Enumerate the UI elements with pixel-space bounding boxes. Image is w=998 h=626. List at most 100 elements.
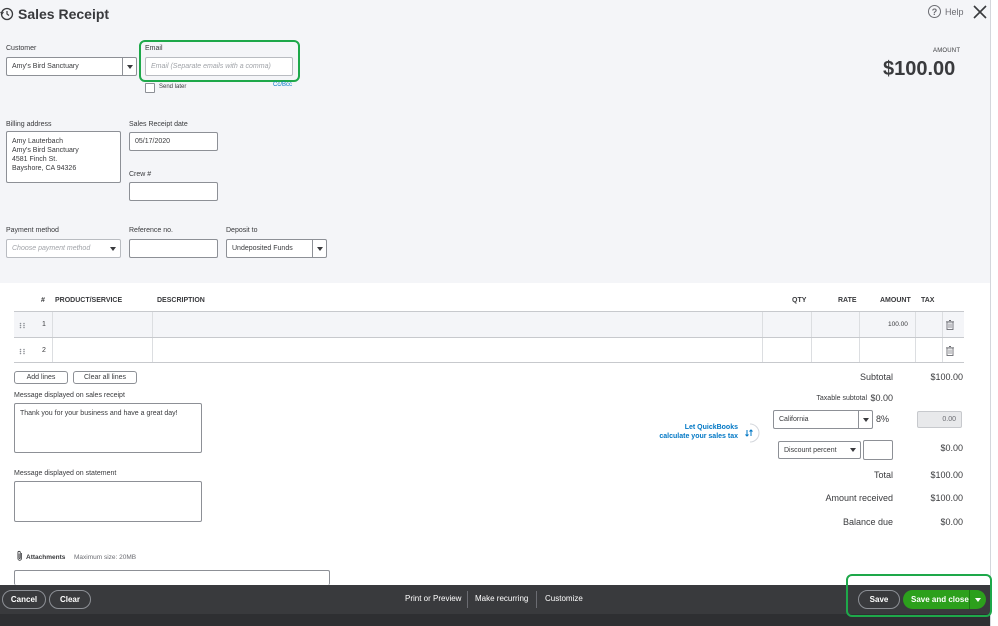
receipt-date-value: 05/17/2020 <box>135 138 171 145</box>
trash-icon[interactable] <box>946 346 954 356</box>
total-value: $100.00 <box>930 470 963 480</box>
print-preview-link[interactable]: Print or Preview <box>405 594 461 603</box>
cell-divider <box>859 312 860 337</box>
drag-handle-icon[interactable] <box>19 322 26 329</box>
email-label: Email <box>145 45 163 52</box>
cell-divider <box>915 338 916 362</box>
add-lines-button[interactable]: Add lines <box>14 371 68 384</box>
statement-message-field[interactable] <box>14 481 202 522</box>
chevron-down-icon[interactable] <box>106 240 120 257</box>
chevron-down-icon[interactable] <box>122 58 136 75</box>
save-buttons-highlight <box>846 574 992 617</box>
attachments-label: Attachments <box>26 554 66 561</box>
taxable-subtotal-label: Taxable subtotal <box>816 395 867 402</box>
email-placeholder: Email (Separate emails with a comma) <box>151 63 271 70</box>
crew-label: Crew # <box>129 171 152 178</box>
billing-address-label: Billing address <box>6 121 52 128</box>
chevron-down-icon[interactable] <box>846 442 860 458</box>
tax-region-select[interactable]: California <box>773 410 873 429</box>
cell-divider <box>152 312 153 337</box>
qb-link-line2: calculate your sales tax <box>659 433 738 440</box>
amount-value: $100.00 <box>883 58 956 80</box>
help-label: Help <box>945 6 964 17</box>
email-input[interactable]: Email (Separate emails with a comma) <box>145 57 293 76</box>
help-icon: ? <box>928 5 941 18</box>
payment-method-select[interactable]: Choose payment method <box>6 239 121 258</box>
col-header-tax: TAX <box>921 296 935 304</box>
tax-amount-value: 0.00 <box>942 416 956 423</box>
close-icon[interactable] <box>972 4 988 20</box>
send-later-label: Send later <box>159 84 187 90</box>
cell-divider <box>152 338 153 362</box>
table-row[interactable]: 1 100.00 <box>14 311 964 337</box>
total-label: Total <box>873 470 893 480</box>
table-row[interactable]: 2 <box>14 337 964 363</box>
discount-type-select[interactable]: Discount percent <box>778 441 861 459</box>
cell-divider <box>942 338 943 362</box>
scrollbar[interactable] <box>990 0 998 626</box>
reference-input[interactable] <box>129 239 218 258</box>
col-header-rate: RATE <box>838 296 857 304</box>
qb-link-line1: Let QuickBooks <box>684 424 738 431</box>
cancel-button[interactable]: Cancel <box>2 590 46 609</box>
cell-divider <box>811 338 812 362</box>
crew-input[interactable] <box>129 182 218 201</box>
page-title: Sales Receipt <box>18 6 110 22</box>
row-number: 2 <box>42 347 46 354</box>
deposit-to-value: Undeposited Funds <box>232 245 293 252</box>
clear-all-lines-button[interactable]: Clear all lines <box>73 371 137 384</box>
qb-tax-icon[interactable] <box>740 423 760 443</box>
receipt-date-label: Sales Receipt date <box>129 121 188 128</box>
qb-sales-tax-link[interactable]: Let QuickBooks calculate your sales tax <box>640 423 738 441</box>
balance-due-value: $0.00 <box>940 517 963 527</box>
billing-address-field[interactable]: Amy Lauterbach Amy's Bird Sanctuary 4581… <box>6 131 121 183</box>
paperclip-icon <box>17 550 22 561</box>
receipt-message-field[interactable]: Thank you for your business and have a g… <box>14 403 202 453</box>
statement-message-label: Message displayed on statement <box>14 470 117 477</box>
attachments-dropzone[interactable] <box>14 570 330 585</box>
cell-divider <box>52 338 53 362</box>
footer-bar: Cancel Clear Print or Preview Make recur… <box>0 585 990 614</box>
customer-value: Amy's Bird Sanctuary <box>12 63 79 70</box>
deposit-to-select[interactable]: Undeposited Funds <box>226 239 327 258</box>
col-header-product: PRODUCT/SERVICE <box>55 296 123 304</box>
receipt-date-input[interactable]: 05/17/2020 <box>129 132 218 151</box>
tax-region-value: California <box>779 416 809 423</box>
payment-method-placeholder: Choose payment method <box>12 245 91 252</box>
cell-divider <box>942 312 943 337</box>
clear-button[interactable]: Clear <box>49 590 91 609</box>
customer-label: Customer <box>6 45 37 52</box>
customer-select[interactable]: Amy's Bird Sanctuary <box>6 57 137 76</box>
help-link[interactable]: ? Help <box>928 5 964 18</box>
col-header-amount: AMOUNT <box>880 296 911 304</box>
footer-divider <box>467 591 468 608</box>
col-header-num: # <box>41 296 45 304</box>
tax-rate: 8% <box>876 414 890 424</box>
cell-divider <box>762 312 763 337</box>
cell-divider <box>762 338 763 362</box>
payment-method-label: Payment method <box>6 227 59 234</box>
row-number: 1 <box>42 321 46 328</box>
amount-label: AMOUNT <box>933 48 961 54</box>
customize-link[interactable]: Customize <box>545 594 583 603</box>
make-recurring-link[interactable]: Make recurring <box>475 594 528 603</box>
discount-value-input[interactable] <box>863 440 893 460</box>
cc-bcc-link[interactable]: Cc/Bcc <box>273 82 292 88</box>
deposit-to-label: Deposit to <box>226 227 258 234</box>
trash-icon[interactable] <box>946 320 954 330</box>
footer-divider <box>536 591 537 608</box>
chevron-down-icon[interactable] <box>312 240 326 257</box>
receipt-message-label: Message displayed on sales receipt <box>14 392 125 399</box>
subtotal-label: Subtotal <box>859 372 893 382</box>
tax-amount-input[interactable]: 0.00 <box>917 411 962 428</box>
drag-handle-icon[interactable] <box>19 348 26 355</box>
footer-bottom-strip <box>0 614 990 626</box>
history-icon[interactable] <box>0 7 14 21</box>
amount-received-value: $100.00 <box>930 493 963 503</box>
chevron-down-icon[interactable] <box>858 411 872 428</box>
taxable-subtotal-value: $0.00 <box>870 393 893 403</box>
subtotal-value: $100.00 <box>930 372 963 382</box>
cell-divider <box>915 312 916 337</box>
row-amount[interactable]: 100.00 <box>888 321 908 328</box>
send-later-checkbox[interactable] <box>145 83 155 93</box>
